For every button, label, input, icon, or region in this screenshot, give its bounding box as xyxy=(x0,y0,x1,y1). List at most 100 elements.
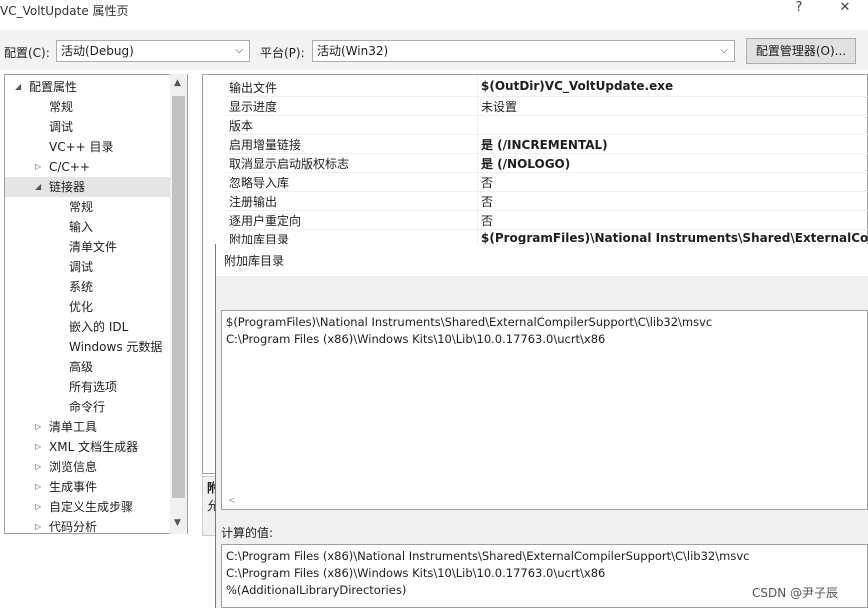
tree-item-label: C/C++ xyxy=(49,160,90,174)
scroll-down-icon[interactable]: ▼ xyxy=(174,518,181,528)
property-row[interactable]: 忽略导入库 否 xyxy=(225,172,868,192)
scroll-up-icon[interactable]: ▲ xyxy=(174,78,181,88)
property-value[interactable]: 是 (/INCREMENTAL) xyxy=(481,136,608,153)
tree-item-label: VC++ 目录 xyxy=(49,140,114,154)
tree-item-label: 优化 xyxy=(69,300,94,314)
tree-scroll-thumb[interactable] xyxy=(172,96,185,498)
tree-item[interactable]: ▷ XML 文档生成器 xyxy=(5,437,171,457)
property-name: 逐用户重定向 xyxy=(229,214,302,228)
tree-item[interactable]: 常规 xyxy=(5,197,171,217)
tree-item[interactable]: ▷ 清单工具 xyxy=(5,417,171,437)
tree-item-label: 嵌入的 IDL xyxy=(69,320,129,334)
chevron-down-icon: ⌵ xyxy=(720,45,728,56)
config-manager-button[interactable]: 配置管理器(O)... xyxy=(746,38,856,64)
platform-label: 平台(P): xyxy=(260,46,305,60)
tree-item[interactable]: ◢ 链接器 xyxy=(5,177,171,197)
tree-item-label: 系统 xyxy=(69,280,94,294)
computed-line: %(AdditionalLibraryDirectories) xyxy=(226,583,407,597)
tree-item[interactable]: 高级 xyxy=(5,357,171,377)
column-divider[interactable] xyxy=(477,75,478,246)
tree-item-label: 自定义生成步骤 xyxy=(49,500,134,514)
tree-item[interactable]: ▷ 代码分析 xyxy=(5,517,171,534)
lib-dir-line[interactable]: C:\Program Files (x86)\Windows Kits\10\L… xyxy=(226,332,605,346)
expand-icon[interactable]: ▷ xyxy=(35,517,41,533)
tree-item-label: 代码分析 xyxy=(49,520,98,534)
close-icon[interactable]: ✕ xyxy=(828,0,862,20)
property-name: 启用增量链接 xyxy=(229,138,302,152)
tree-item[interactable]: 系统 xyxy=(5,277,171,297)
property-tree[interactable]: ◢ 配置属性 常规 调试 VC++ 目录 ▷ C/C++ ◢ 链接器 常规 输入 清单文件 调试 系统 优化… xyxy=(4,74,188,534)
lib-dir-line[interactable]: $(ProgramFiles)\National Instruments\Sha… xyxy=(226,315,712,329)
expand-icon[interactable]: ▷ xyxy=(35,497,41,517)
property-value[interactable]: 否 xyxy=(481,193,493,210)
computed-line: C:\Program Files (x86)\National Instrume… xyxy=(226,549,750,563)
expand-icon[interactable]: ▷ xyxy=(35,157,41,177)
dialog-title-bar xyxy=(216,244,868,276)
collapse-icon[interactable]: ◢ xyxy=(15,77,21,97)
property-row[interactable]: 显示进度 未设置 xyxy=(225,96,868,116)
lib-dirs-editor[interactable]: $(ProgramFiles)\National Instruments\Sha… xyxy=(221,310,868,510)
scroll-left-icon[interactable]: < xyxy=(228,496,236,506)
tree-item[interactable]: 调试 xyxy=(5,257,171,277)
property-row[interactable]: 版本 xyxy=(225,115,868,135)
property-row[interactable]: 输出文件 $(OutDir)VC_VoltUpdate.exe xyxy=(225,77,868,97)
title-bar xyxy=(0,0,868,28)
platform-select[interactable]: 活动(Win32) ⌵ xyxy=(312,40,735,62)
tree-item[interactable]: 调试 xyxy=(5,117,171,137)
tree-item[interactable]: 命令行 xyxy=(5,397,171,417)
property-name: 取消显示启动版权标志 xyxy=(229,157,350,171)
config-select-value: 活动(Debug) xyxy=(61,44,134,58)
tree-item-label: 浏览信息 xyxy=(49,460,98,474)
watermark: CSDN @尹子辰 xyxy=(752,586,839,600)
property-value[interactable]: $(OutDir)VC_VoltUpdate.exe xyxy=(481,79,673,93)
expand-icon[interactable]: ▷ xyxy=(35,437,41,457)
expand-icon[interactable]: ▷ xyxy=(35,457,41,477)
property-value[interactable]: 否 xyxy=(481,174,493,191)
tree-item-label: 所有选项 xyxy=(69,380,118,394)
property-value[interactable]: 未设置 xyxy=(481,98,517,115)
tree-item[interactable]: ▷ C/C++ xyxy=(5,157,171,177)
dialog-title: 附加库目录 xyxy=(224,254,285,268)
tree-item-label: 调试 xyxy=(49,120,74,134)
tree-item[interactable]: ▷ 生成事件 xyxy=(5,477,171,497)
tree-item[interactable]: ▷ 浏览信息 xyxy=(5,457,171,477)
property-value[interactable]: 是 (/NOLOGO) xyxy=(481,155,570,172)
property-row[interactable]: 取消显示启动版权标志 是 (/NOLOGO) xyxy=(225,153,868,173)
tree-item-label: 配置属性 xyxy=(29,80,78,94)
tree-item-label: 高级 xyxy=(69,360,94,374)
property-value[interactable]: $(ProgramFiles)\National Instruments\Sha… xyxy=(481,231,868,245)
tree-item[interactable]: 嵌入的 IDL xyxy=(5,317,171,337)
tree-item[interactable]: 优化 xyxy=(5,297,171,317)
property-row[interactable]: 启用增量链接 是 (/INCREMENTAL) xyxy=(225,134,868,154)
tree-item-label: 链接器 xyxy=(49,180,86,194)
tree-item[interactable]: Windows 元数据 xyxy=(5,337,171,357)
tree-item-label: 常规 xyxy=(69,200,94,214)
tree-item-label: 生成事件 xyxy=(49,480,98,494)
config-label: 配置(C): xyxy=(4,46,50,60)
tree-item[interactable]: ◢ 配置属性 xyxy=(5,77,171,97)
tree-item-label: XML 文档生成器 xyxy=(49,440,139,454)
tree-item-label: 清单文件 xyxy=(69,240,118,254)
platform-select-value: 活动(Win32) xyxy=(317,44,389,58)
tree-item-label: Windows 元数据 xyxy=(69,340,163,354)
collapse-icon[interactable]: ◢ xyxy=(35,177,41,197)
property-row[interactable]: 注册输出 否 xyxy=(225,191,868,211)
property-row[interactable]: 逐用户重定向 否 xyxy=(225,210,868,230)
tree-item[interactable]: 清单文件 xyxy=(5,237,171,257)
tree-item[interactable]: 常规 xyxy=(5,97,171,117)
help-icon[interactable]: ? xyxy=(782,0,816,20)
computed-values-label: 计算的值: xyxy=(221,526,274,540)
chevron-down-icon: ⌵ xyxy=(235,45,243,56)
property-value[interactable]: 否 xyxy=(481,212,493,229)
tree-item-label: 调试 xyxy=(69,260,94,274)
tree-item[interactable]: VC++ 目录 xyxy=(5,137,171,157)
tree-item[interactable]: ▷ 自定义生成步骤 xyxy=(5,497,171,517)
tree-item[interactable]: 输入 xyxy=(5,217,171,237)
property-name: 忽略导入库 xyxy=(229,176,290,190)
expand-icon[interactable]: ▷ xyxy=(35,477,41,497)
config-select[interactable]: 活动(Debug) ⌵ xyxy=(56,40,250,62)
tree-item-label: 命令行 xyxy=(69,400,106,414)
expand-icon[interactable]: ▷ xyxy=(35,417,41,437)
tree-item-label: 常规 xyxy=(49,100,74,114)
tree-item[interactable]: 所有选项 xyxy=(5,377,171,397)
